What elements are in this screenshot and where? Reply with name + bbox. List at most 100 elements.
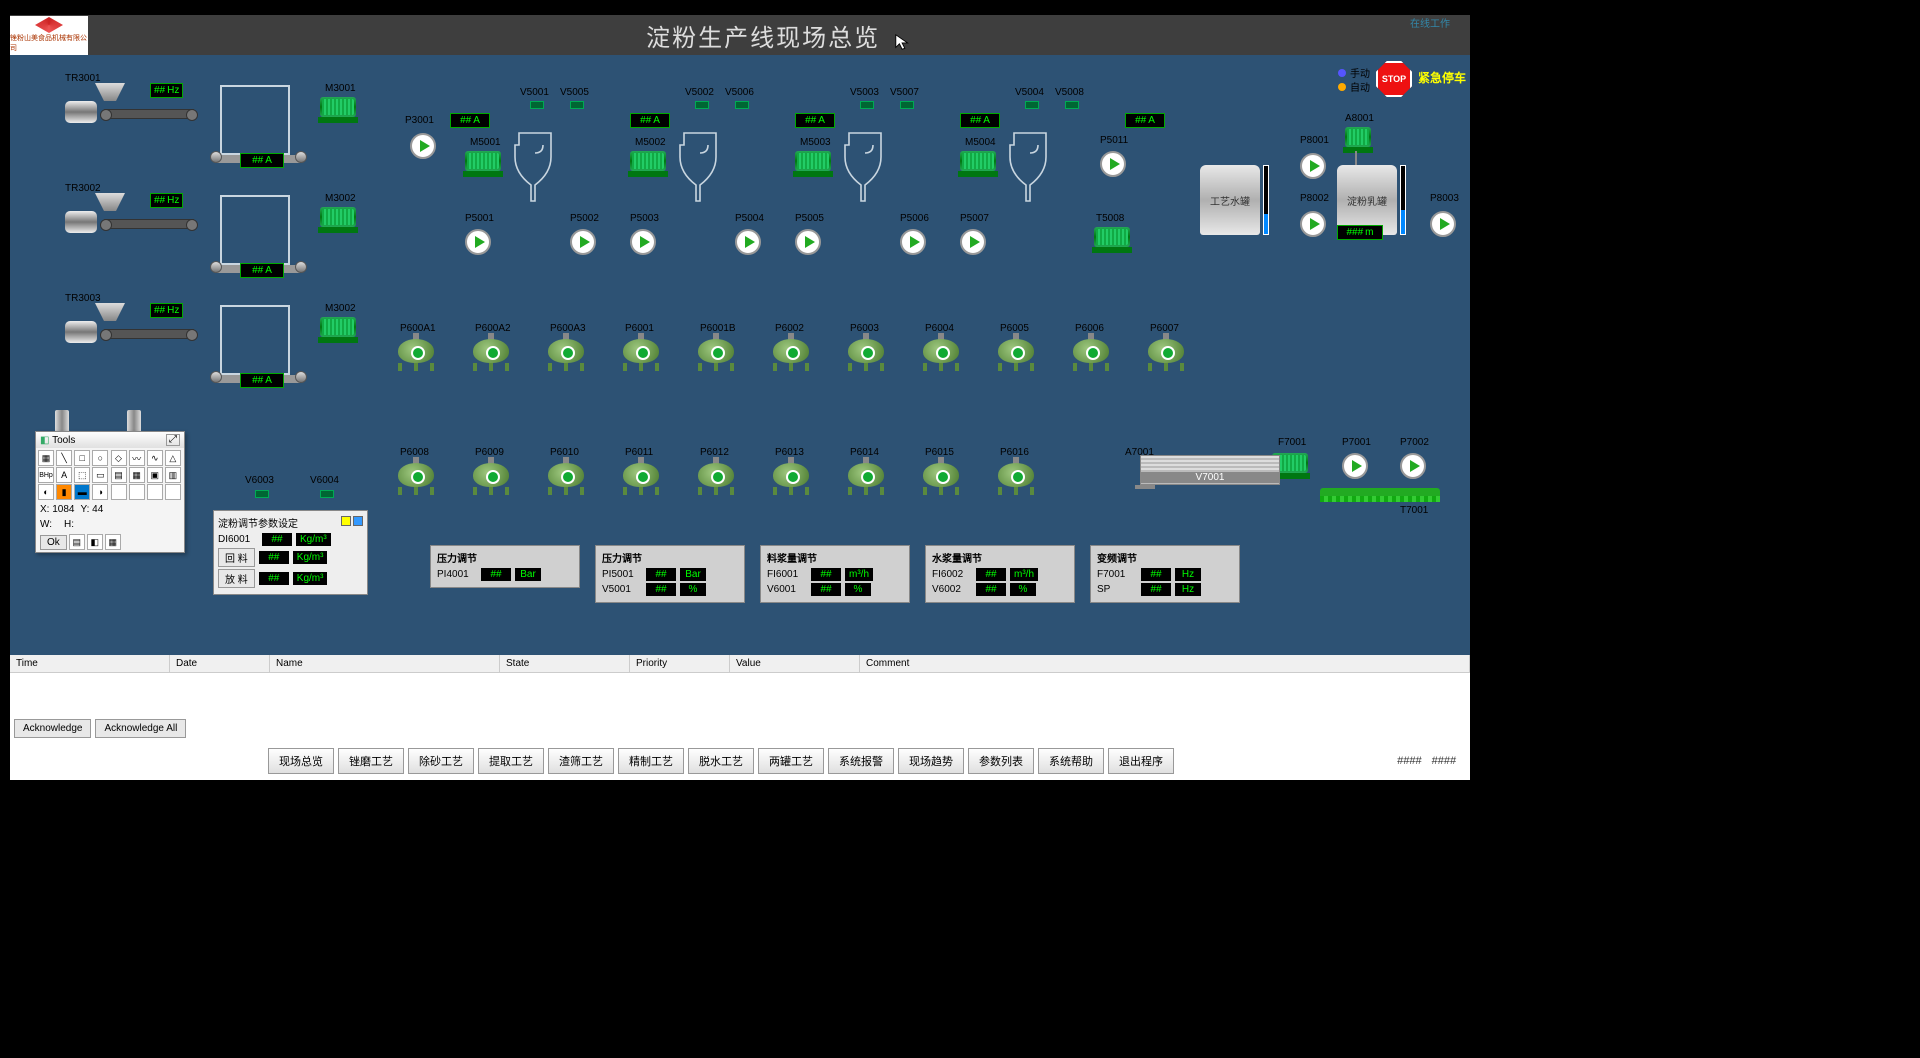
motor-tr3001[interactable]	[65, 101, 97, 123]
pump-P6010[interactable]	[548, 463, 588, 497]
col-comment[interactable]: Comment	[860, 655, 1470, 672]
indicator-V5003[interactable]	[860, 101, 874, 109]
nav-btn-5[interactable]: 精制工艺	[618, 748, 684, 774]
acknowledge-all-button[interactable]: Acknowledge All	[95, 719, 186, 738]
acknowledge-button[interactable]: Acknowledge	[14, 719, 91, 738]
motor-M5002[interactable]	[630, 151, 666, 177]
emergency-stop-icon[interactable]: STOP	[1376, 61, 1412, 97]
recycle-button[interactable]: 回 料	[218, 548, 255, 567]
tools-ok-button[interactable]: Ok	[40, 535, 67, 550]
start-P5001[interactable]	[465, 229, 491, 255]
start-p8002[interactable]	[1300, 211, 1326, 237]
starch-panel-title: 淀粉调节参数设定	[218, 515, 298, 530]
readout-mill1-amp: ##A	[240, 153, 284, 168]
motor-M5001[interactable]	[465, 151, 501, 177]
col-state[interactable]: State	[500, 655, 630, 672]
nav-btn-2[interactable]: 除砂工艺	[408, 748, 474, 774]
tools-palette[interactable]: ▦╲□○◇〰∿△ BHpA⬚▭▤▦▣▥ ◐▮▬◑	[36, 448, 184, 502]
indicator-V5005[interactable]	[570, 101, 584, 109]
start-p8003[interactable]	[1430, 211, 1456, 237]
indicator-V5002[interactable]	[695, 101, 709, 109]
pump-P6016[interactable]	[998, 463, 1038, 497]
nav-btn-4[interactable]: 渣筛工艺	[548, 748, 614, 774]
nav-btn-7[interactable]: 两罐工艺	[758, 748, 824, 774]
nav-btn-0[interactable]: 现场总览	[268, 748, 334, 774]
pump-P6012[interactable]	[698, 463, 738, 497]
nav-btn-1[interactable]: 锉磨工艺	[338, 748, 404, 774]
indicator-v6003[interactable]	[255, 490, 269, 498]
pump-P600A2[interactable]	[473, 339, 513, 373]
motor-m3001[interactable]	[320, 97, 356, 123]
label-P5003: P5003	[630, 213, 659, 224]
pump-P6007[interactable]	[1148, 339, 1188, 373]
nav-btn-11[interactable]: 系统帮助	[1038, 748, 1104, 774]
cursor-icon	[894, 30, 912, 48]
pump-P6011[interactable]	[623, 463, 663, 497]
indicator-V5007[interactable]	[900, 101, 914, 109]
start-p5011[interactable]	[1100, 151, 1126, 177]
motor-M5003[interactable]	[795, 151, 831, 177]
motor-m3002[interactable]	[320, 207, 356, 233]
logo: 锉粉山美食品机械有限公司	[10, 16, 88, 55]
start-p3001[interactable]	[410, 133, 436, 159]
start-P5006[interactable]	[900, 229, 926, 255]
decanter-v7001[interactable]: V7001	[1140, 455, 1280, 485]
mode-manual: 手动	[1338, 65, 1370, 80]
nav-btn-3[interactable]: 提取工艺	[478, 748, 544, 774]
pump-P6015[interactable]	[923, 463, 963, 497]
nav-btn-9[interactable]: 现场趋势	[898, 748, 964, 774]
discharge-button[interactable]: 放 料	[218, 569, 255, 588]
top-right-link[interactable]: 在线工作	[1410, 15, 1450, 30]
pump-P600A3[interactable]	[548, 339, 588, 373]
col-value[interactable]: Value	[730, 655, 860, 672]
nav-btn-10[interactable]: 参数列表	[968, 748, 1034, 774]
motor-M5004[interactable]	[960, 151, 996, 177]
pump-P6002[interactable]	[773, 339, 813, 373]
tank-process-water[interactable]: 工艺水罐	[1200, 165, 1260, 235]
pump-P6004[interactable]	[923, 339, 963, 373]
start-P5004[interactable]	[735, 229, 761, 255]
start-p7002[interactable]	[1400, 453, 1426, 479]
pump-P6003[interactable]	[848, 339, 888, 373]
label-P5007: P5007	[960, 213, 989, 224]
tools-close-icon[interactable]: ⤢	[166, 434, 180, 446]
tools-window[interactable]: ◧ Tools⤢ ▦╲□○◇〰∿△ BHpA⬚▭▤▦▣▥ ◐▮▬◑ X: 108…	[35, 431, 185, 553]
label-V5003: V5003	[850, 87, 879, 98]
start-P5007[interactable]	[960, 229, 986, 255]
pump-P6001B[interactable]	[698, 339, 738, 373]
pump-P6009[interactable]	[473, 463, 513, 497]
col-time[interactable]: Time	[10, 655, 170, 672]
start-p7001[interactable]	[1342, 453, 1368, 479]
label-V5004: V5004	[1015, 87, 1044, 98]
indicator-v6004[interactable]	[320, 490, 334, 498]
motor-tr3003[interactable]	[65, 321, 97, 343]
motor-tr3002[interactable]	[65, 211, 97, 233]
indicator-V5001[interactable]	[530, 101, 544, 109]
nav-btn-8[interactable]: 系统报警	[828, 748, 894, 774]
indicator-V5004[interactable]	[1025, 101, 1039, 109]
col-date[interactable]: Date	[170, 655, 270, 672]
pump-P6008[interactable]	[398, 463, 438, 497]
col-priority[interactable]: Priority	[630, 655, 730, 672]
nav-btn-12[interactable]: 退出程序	[1108, 748, 1174, 774]
motor-m3002b[interactable]	[320, 317, 356, 343]
pump-P6013[interactable]	[773, 463, 813, 497]
nav-btn-6[interactable]: 脱水工艺	[688, 748, 754, 774]
pump-P6014[interactable]	[848, 463, 888, 497]
start-P5003[interactable]	[630, 229, 656, 255]
start-P5005[interactable]	[795, 229, 821, 255]
pump-P600A1[interactable]	[398, 339, 438, 373]
readout-tr3003-hz: ##Hz	[150, 303, 183, 318]
start-p8001[interactable]	[1300, 153, 1326, 179]
motor-t5008[interactable]	[1094, 227, 1130, 253]
motor-a8001[interactable]	[1345, 127, 1371, 153]
pump-P6006[interactable]	[1073, 339, 1113, 373]
col-name[interactable]: Name	[270, 655, 500, 672]
start-P5002[interactable]	[570, 229, 596, 255]
label-P5001: P5001	[465, 213, 494, 224]
pump-P6001[interactable]	[623, 339, 663, 373]
indicator-V5006[interactable]	[735, 101, 749, 109]
indicator-V5008[interactable]	[1065, 101, 1079, 109]
label-m3002: M3002	[325, 193, 356, 204]
pump-P6005[interactable]	[998, 339, 1038, 373]
